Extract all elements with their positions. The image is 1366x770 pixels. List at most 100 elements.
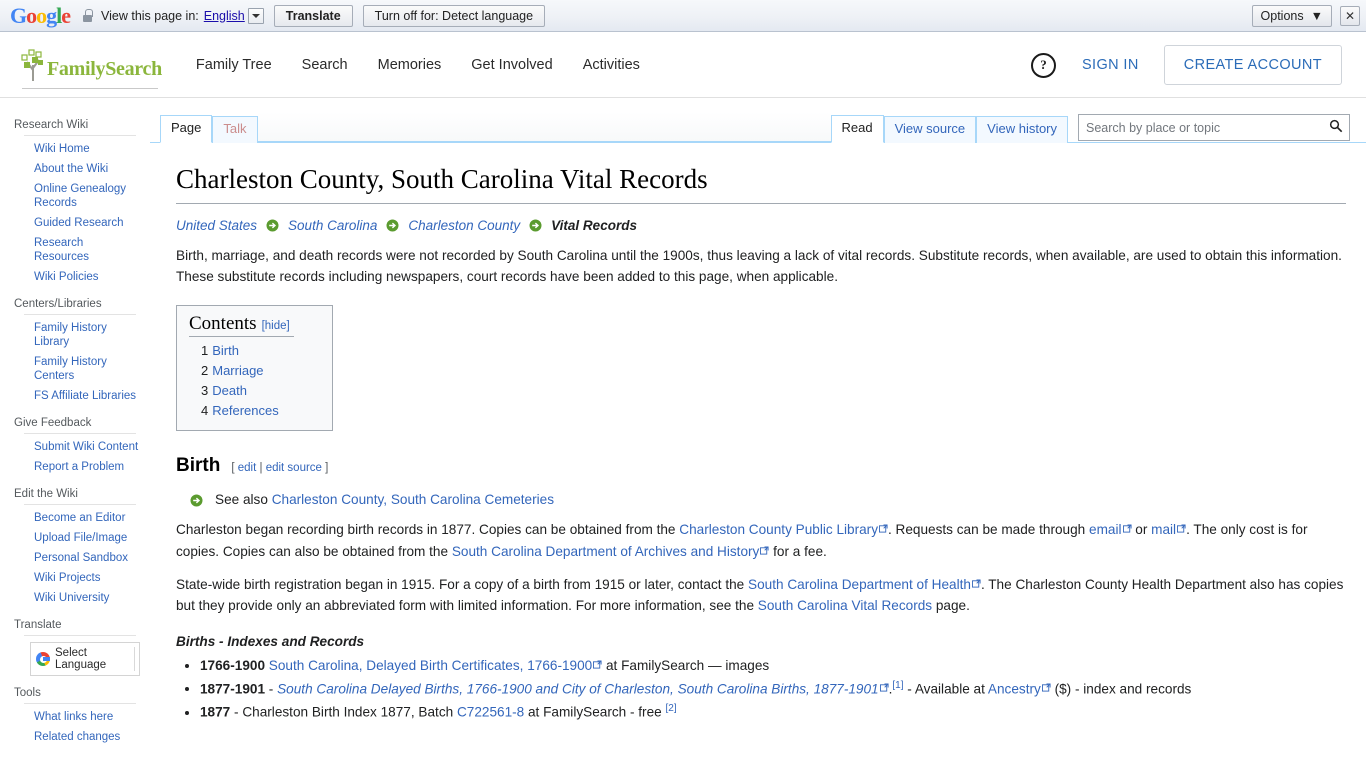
- translate-language-link[interactable]: English: [204, 9, 245, 23]
- record-years: 1766-1900: [200, 658, 265, 673]
- toc-list: 1Birth 2Marriage 3Death 4References: [189, 341, 320, 422]
- nav-item-get-involved[interactable]: Get Involved: [471, 57, 552, 73]
- site-header: FamilySearch Family Tree Search Memories…: [0, 32, 1366, 98]
- sidebar-item-related-changes[interactable]: Related changes: [0, 727, 144, 747]
- bracket-close: ]: [325, 462, 328, 474]
- link-sc-dept-health[interactable]: South Carolina Department of Health: [748, 577, 971, 592]
- translate-prompt-label: View this page in:: [101, 9, 199, 23]
- breadcrumb-item-vital-records: Vital Records: [551, 218, 637, 233]
- sidebar-item-personal-sandbox[interactable]: Personal Sandbox: [0, 548, 144, 568]
- sidebar: Research Wiki Wiki Home About the Wiki O…: [0, 98, 150, 768]
- sidebar-item-family-history-centers[interactable]: Family History Centers: [0, 352, 144, 386]
- google-g-icon: [36, 652, 50, 666]
- sidebar-heading-edit-the-wiki: Edit the Wiki: [0, 485, 150, 502]
- toc-item: 1 Birth: [189, 341, 320, 361]
- see-also-label: See also: [215, 492, 268, 507]
- familysearch-logo[interactable]: FamilySearch: [20, 48, 162, 82]
- lock-icon: [82, 9, 93, 22]
- sidebar-heading-give-feedback: Give Feedback: [0, 414, 150, 431]
- toc-link-marriage[interactable]: Marriage: [212, 363, 263, 378]
- breadcrumb-item-united-states[interactable]: United States: [176, 218, 257, 233]
- toc-link-death[interactable]: Death: [212, 383, 247, 398]
- tab-view-source[interactable]: View source: [884, 116, 977, 143]
- google-logo-letter: o: [26, 3, 36, 29]
- divider: [24, 135, 136, 136]
- reference-marker-1[interactable]: [1]: [892, 680, 903, 691]
- translate-options-button[interactable]: Options ▼: [1252, 5, 1332, 27]
- tab-talk[interactable]: Talk: [212, 116, 257, 143]
- link-sc-dept-archives-history[interactable]: South Carolina Department of Archives an…: [452, 544, 760, 559]
- nav-item-family-tree[interactable]: Family Tree: [196, 57, 272, 73]
- record-years: 1877: [200, 705, 230, 720]
- section-heading-text: Birth: [176, 455, 220, 477]
- reference-marker-2[interactable]: [2]: [666, 703, 677, 714]
- search-input[interactable]: [1079, 115, 1349, 140]
- record-link-delayed-birth-certificates[interactable]: South Carolina, Delayed Birth Certificat…: [269, 658, 592, 673]
- sidebar-item-family-history-library[interactable]: Family History Library: [0, 318, 144, 352]
- sidebar-item-submit-wiki-content[interactable]: Submit Wiki Content: [0, 437, 144, 457]
- toc-number: 1: [201, 343, 208, 358]
- sidebar-heading-translate: Translate: [0, 616, 150, 633]
- record-link-ancestry[interactable]: Ancestry: [988, 681, 1041, 696]
- external-link-icon: [760, 546, 769, 555]
- toc-link-references[interactable]: References: [212, 403, 278, 418]
- sidebar-item-wiki-home[interactable]: Wiki Home: [0, 139, 144, 159]
- tab-read[interactable]: Read: [831, 115, 884, 143]
- nav-item-activities[interactable]: Activities: [583, 57, 640, 73]
- link-charleston-county-public-library[interactable]: Charleston County Public Library: [679, 522, 878, 537]
- sidebar-item-wiki-policies[interactable]: Wiki Policies: [0, 267, 144, 287]
- select-language-widget[interactable]: Select Language: [30, 642, 140, 676]
- chevron-down-icon[interactable]: [248, 8, 264, 24]
- external-link-icon: [1177, 524, 1186, 533]
- sidebar-item-wiki-projects[interactable]: Wiki Projects: [0, 568, 144, 588]
- text: page.: [932, 598, 970, 613]
- sidebar-heading-centers-libraries: Centers/Libraries: [0, 295, 150, 312]
- search-box[interactable]: [1078, 114, 1350, 141]
- nav-item-memories[interactable]: Memories: [378, 57, 442, 73]
- link-email[interactable]: email: [1089, 522, 1121, 537]
- reference-link[interactable]: [2]: [666, 703, 677, 714]
- primary-nav: Family Tree Search Memories Get Involved…: [196, 57, 640, 73]
- edit-source-link[interactable]: edit source: [266, 462, 322, 474]
- external-link-icon: [880, 683, 889, 692]
- toc-link-birth[interactable]: Birth: [212, 343, 239, 358]
- reference-link[interactable]: [1]: [892, 680, 903, 691]
- see-also-link-cemeteries[interactable]: Charleston County, South Carolina Cemete…: [272, 492, 554, 507]
- record-link-batch[interactable]: C722561-8: [457, 705, 524, 720]
- create-account-button[interactable]: CREATE ACCOUNT: [1164, 45, 1342, 85]
- breadcrumb-item-charleston-county[interactable]: Charleston County: [408, 218, 520, 233]
- tab-view-history[interactable]: View history: [976, 116, 1068, 143]
- sidebar-item-wiki-university[interactable]: Wiki University: [0, 588, 144, 608]
- breadcrumb-item-south-carolina[interactable]: South Carolina: [288, 218, 377, 233]
- sidebar-item-upload-file-image[interactable]: Upload File/Image: [0, 528, 144, 548]
- sidebar-item-guided-research[interactable]: Guided Research: [0, 213, 144, 233]
- sign-in-link[interactable]: SIGN IN: [1082, 57, 1139, 73]
- sidebar-item-become-an-editor[interactable]: Become an Editor: [0, 508, 144, 528]
- edit-link[interactable]: edit: [238, 462, 257, 474]
- sidebar-item-about-the-wiki[interactable]: About the Wiki: [0, 159, 144, 179]
- chevron-down-icon: ▼: [1311, 9, 1323, 23]
- records-list: 1766-1900 South Carolina, Delayed Birth …: [176, 655, 1346, 723]
- sidebar-item-what-links-here[interactable]: What links here: [0, 707, 144, 727]
- google-logo-letter: o: [36, 3, 46, 29]
- section-heading-birth: Birth [ edit | edit source ]: [176, 455, 1346, 479]
- link-mail[interactable]: mail: [1151, 522, 1176, 537]
- sidebar-item-online-genealogy-records[interactable]: Online Genealogy Records: [0, 179, 144, 213]
- close-icon[interactable]: ✕: [1340, 6, 1360, 26]
- list-item: 1877 - Charleston Birth Index 1877, Batc…: [200, 701, 1346, 723]
- sidebar-group-give-feedback: Submit Wiki Content Report a Problem: [0, 437, 150, 477]
- sidebar-item-report-a-problem[interactable]: Report a Problem: [0, 457, 144, 477]
- sidebar-item-research-resources[interactable]: Research Resources: [0, 233, 144, 267]
- translate-button[interactable]: Translate: [274, 5, 353, 27]
- nav-item-search[interactable]: Search: [302, 57, 348, 73]
- record-link-delayed-births-city-of-charleston[interactable]: South Carolina Delayed Births, 1766-1900…: [277, 681, 879, 696]
- help-icon[interactable]: ?: [1031, 53, 1056, 78]
- link-sc-vital-records[interactable]: South Carolina Vital Records: [758, 598, 932, 613]
- turn-off-translate-button[interactable]: Turn off for: Detect language: [363, 5, 545, 27]
- tab-page[interactable]: Page: [160, 115, 212, 143]
- sidebar-item-fs-affiliate-libraries[interactable]: FS Affiliate Libraries: [0, 386, 144, 406]
- toc-hide-toggle[interactable]: [hide]: [262, 320, 290, 332]
- tab-bar: Page Talk Read View source View history: [150, 112, 1366, 142]
- sidebar-group-tools: What links here Related changes: [0, 707, 150, 747]
- text: for a fee.: [769, 544, 826, 559]
